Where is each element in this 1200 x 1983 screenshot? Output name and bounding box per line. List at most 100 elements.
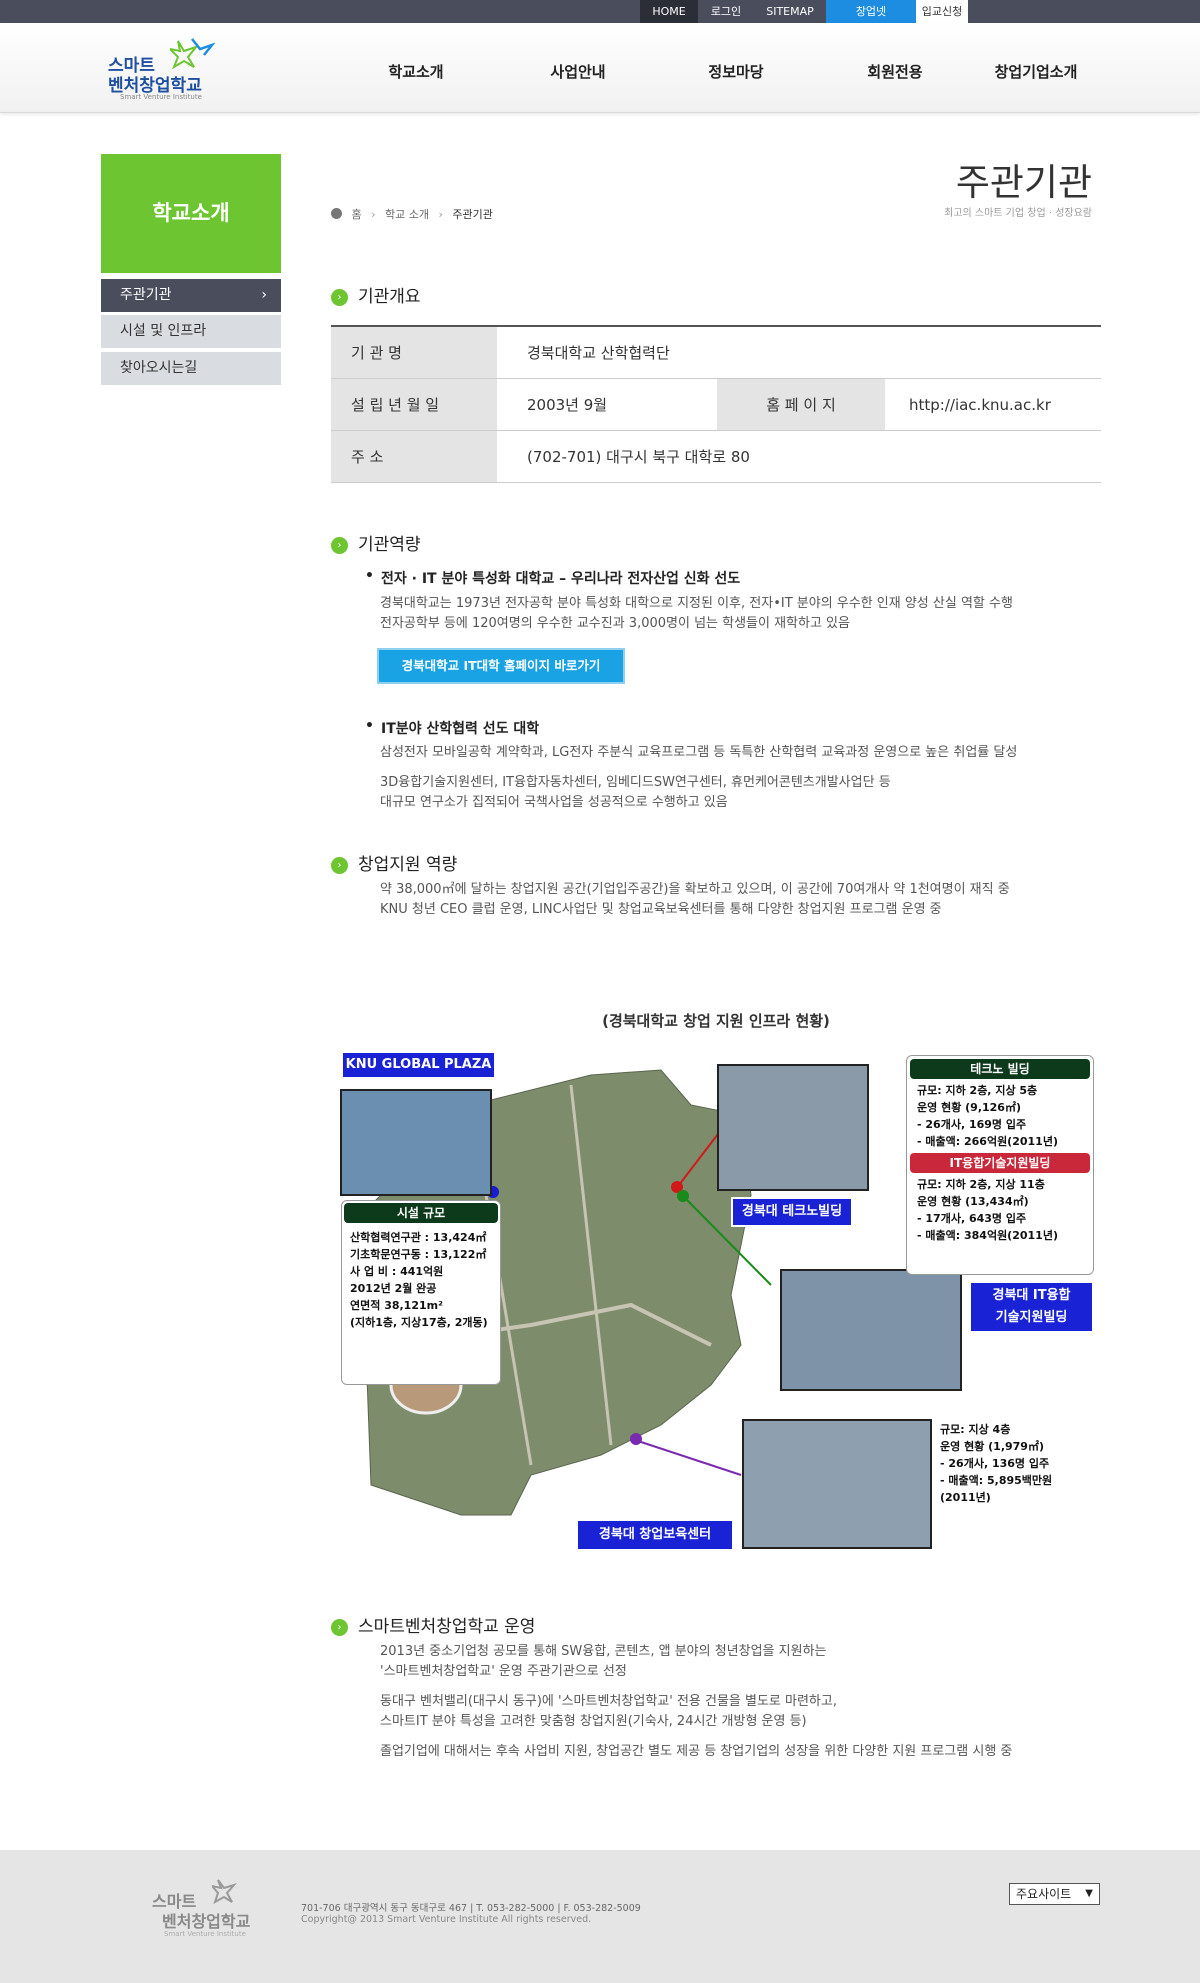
gnb-item[interactable]: 정보마당 <box>666 61 806 82</box>
techno-itfusion-box: 테크노 빌딩 규모: 지하 2층, 지상 5층 운영 현황 (9,126㎡) -… <box>906 1055 1094 1275</box>
address-value: (702-701) 대구시 북구 대학로 80 <box>527 448 750 466</box>
map-caption: (경북대학교 창업 지원 인프라 현황) <box>602 1012 830 1030</box>
facility-line: 기초학문연구동 : 13,122㎡ <box>350 1248 487 1261</box>
operation-text: '스마트벤처창업학교' 운영 주관기관으로 선정 <box>380 1664 627 1679</box>
top-utility-bar: HOME 로그인 SITEMAP 창업넷 입교신청 <box>0 0 1200 23</box>
techno-line: 운영 현황 (9,126㎡) <box>917 1101 1021 1114</box>
operation-text: 졸업기업에 대해서는 후속 사업비 지원, 창업공간 별도 제공 등 창업기업의… <box>380 1744 1013 1759</box>
facility-line: 산학협력연구관 : 13,424㎡ <box>350 1231 487 1244</box>
techno-title: 테크노 빌딩 <box>910 1059 1090 1079</box>
gnb-item[interactable]: 학교소개 <box>346 61 486 82</box>
homepage-label: 홈 페 이 지 <box>717 379 885 430</box>
startup-text: 약 38,000㎡에 달하는 창업지원 공간(기업입주공간)을 확보하고 있으며… <box>380 882 1010 897</box>
select-value: 주요사이트 <box>1016 1887 1072 1901</box>
home-link[interactable]: HOME <box>640 0 698 23</box>
bullet-icon: • <box>365 568 374 584</box>
techno-line: - 26개사, 169명 입주 <box>917 1118 1027 1131</box>
techno-line: 규모: 지하 2층, 지상 5층 <box>917 1084 1038 1097</box>
founded-label: 설 립 년 월 일 <box>331 379 497 430</box>
header: 스마트 벤처창업학교 Smart Venture Institute 학교소개 … <box>0 23 1200 113</box>
itfusion-line: - 17개사, 643명 입주 <box>917 1212 1027 1225</box>
itfusion-label-line: 경북대 IT융합 <box>992 1288 1071 1303</box>
page-subtitle: 최고의 스마트 기업 창업 · 성장요람 <box>944 208 1092 219</box>
operation-text: 2013년 중소기업청 공모를 통해 SW융합, 콘텐츠, 앱 분야의 청년창업… <box>380 1644 827 1659</box>
it-college-homepage-button[interactable]: 경북대학교 IT대학 홈페이지 바로가기 <box>377 648 625 684</box>
chevron-right-icon: › <box>438 208 443 221</box>
breadcrumb: 홈 › 학교 소개 › 주관기관 <box>331 206 493 222</box>
gnb-item[interactable]: 사업안내 <box>508 61 648 82</box>
footer: 스마트 벤처창업학교 Smart Venture Institute 701-7… <box>0 1850 1200 1983</box>
itfusion-label-line: 기술지원빌딩 <box>995 1310 1068 1325</box>
startup-text: KNU 청년 CEO 클럽 운영, LINC사업단 및 창업교육보육센터를 통해… <box>380 902 942 917</box>
operation-text: 동대구 벤처밸리(대구시 동구)에 '스마트벤처창업학교' 전용 건물을 별도로… <box>380 1694 837 1709</box>
breadcrumb-current: 주관기관 <box>452 208 493 221</box>
startup-net-link[interactable]: 창업넷 <box>826 0 916 23</box>
facility-line: 2012년 2월 완공 <box>350 1282 437 1295</box>
sidebar-item-facilities[interactable]: 시설 및 인프라 <box>101 315 281 348</box>
table-row: 주 소 (702-701) 대구시 북구 대학로 80 <box>331 431 1101 483</box>
related-sites-select[interactable]: 주요사이트 ▼ <box>1009 1883 1100 1905</box>
itfusion-title: IT융합기술지원빌딩 <box>910 1153 1090 1173</box>
sidebar-item-directions[interactable]: 찾아오시는길 <box>101 352 281 385</box>
operation-text: 스마트IT 분야 특성을 고려한 맞춤형 창업지원(기숙사, 24시간 개방형 … <box>380 1714 807 1729</box>
logo-english: Smart Venture Institute <box>120 93 202 101</box>
capability-subheading-1: 전자 · IT 분야 특성화 대학교 – 우리나라 전자산업 신화 선도 <box>381 571 741 587</box>
chevron-circle-icon: › <box>331 537 348 554</box>
itfusion-line: 운영 현황 (13,434㎡) <box>917 1195 1029 1208</box>
apply-link[interactable]: 입교신청 <box>916 0 968 23</box>
founded-value: 2003년 9월 <box>527 396 608 414</box>
footer-address: 701-706 대구광역시 동구 동대구로 467 | T. 053-282-5… <box>301 1903 641 1914</box>
facility-line: 연면적 38,121m² <box>350 1299 443 1312</box>
techno-building-label: 경북대 테크노빌딩 <box>731 1197 853 1227</box>
facility-line: (지하1층, 지상17층, 2개동) <box>350 1316 488 1329</box>
table-row: 설 립 년 월 일 2003년 9월 홈 페 이 지 http://iac.kn… <box>331 379 1101 431</box>
logo[interactable]: 스마트 벤처창업학교 Smart Venture Institute <box>108 37 238 102</box>
footer-logo: 스마트 벤처창업학교 Smart Venture Institute <box>152 1876 272 1946</box>
chevron-circle-icon: › <box>331 1619 348 1636</box>
techno-line: - 매출액: 266억원(2011년) <box>917 1135 1058 1148</box>
section-heading-text: 스마트벤처창업학교 운영 <box>358 1617 536 1637</box>
itfusion-line: - 매출액: 384억원(2011년) <box>917 1229 1058 1242</box>
breadcrumb-home[interactable]: 홈 <box>352 208 362 221</box>
homepage-value[interactable]: http://iac.knu.ac.kr <box>885 379 1081 430</box>
chevron-circle-icon: › <box>331 289 348 306</box>
incubator-box: 규모: 지상 4층 운영 현황 (1,979㎡) - 26개사, 136명 입주… <box>934 1417 1094 1527</box>
chevron-circle-icon: › <box>331 857 348 874</box>
chevron-right-icon: › <box>261 287 267 303</box>
capability-text: 삼성전자 모바일공학 계약학과, LG전자 주분식 교육프로그램 등 독특한 산… <box>380 745 1018 760</box>
itfusion-building-label: 경북대 IT융합 기술지원빌딩 <box>969 1281 1094 1333</box>
capability-text: 대규모 연구소가 집적되어 국책사업을 성공적으로 수행하고 있음 <box>380 795 728 810</box>
star-logo-icon <box>170 38 215 69</box>
bullet-icon: • <box>365 718 374 734</box>
capability-subheading-2: IT분야 산학협력 선도 대학 <box>381 721 540 737</box>
capability-text: 3D융합기술지원센터, IT융합자동차센터, 임베디드SW연구센터, 휴먼케어콘… <box>380 775 891 790</box>
facility-line: 사 업 비 : 441억원 <box>350 1265 444 1278</box>
section-heading-startup: › 창업지원 역량 <box>331 850 457 875</box>
address-label: 주 소 <box>331 431 497 482</box>
footer-logo-line2: 벤처창업학교 <box>162 1912 251 1931</box>
org-name-value: 경북대학교 산학협력단 <box>527 344 670 362</box>
section-heading-text: 기관개요 <box>358 287 421 307</box>
chevron-down-icon: ▼ <box>1085 1888 1093 1899</box>
facility-box: 시설 규모 산학협력연구관 : 13,424㎡ 기초학문연구동 : 13,122… <box>341 1200 501 1385</box>
section-heading-text: 기관역량 <box>358 535 421 555</box>
section-heading-overview: › 기관개요 <box>331 282 421 307</box>
table-row: 기 관 명 경북대학교 산학협력단 <box>331 327 1101 379</box>
footer-logo-english: Smart Venture Institute <box>164 1930 246 1938</box>
home-icon[interactable] <box>331 208 342 219</box>
page-title: 주관기관 <box>955 161 1092 204</box>
login-link[interactable]: 로그인 <box>698 0 754 23</box>
org-name-label: 기 관 명 <box>331 327 497 378</box>
sidebar-item-host-org[interactable]: 주관기관 › <box>101 279 281 312</box>
incubator-line: 규모: 지상 4층 <box>940 1423 1011 1436</box>
campus-infrastructure-map: KNU GLOBAL PLAZA 시설 규모 산학협력연구관 : 13,424㎡… <box>331 1045 1101 1560</box>
capability-text: 경북대학교는 1973년 전자공학 분야 특성화 대학으로 지정된 이후, 전자… <box>380 596 1013 611</box>
chevron-right-icon: › <box>371 208 376 221</box>
itfusion-line: 규모: 지하 2층, 지상 11층 <box>917 1178 1045 1191</box>
gnb-item[interactable]: 회원전용 <box>825 61 965 82</box>
sitemap-link[interactable]: SITEMAP <box>754 0 826 23</box>
incubator-line: - 매출액: 5,895백만원 <box>940 1474 1053 1487</box>
section-heading-capability: › 기관역량 <box>331 530 421 555</box>
gnb-item[interactable]: 창업기업소개 <box>966 61 1106 82</box>
breadcrumb-level1[interactable]: 학교 소개 <box>385 208 429 221</box>
